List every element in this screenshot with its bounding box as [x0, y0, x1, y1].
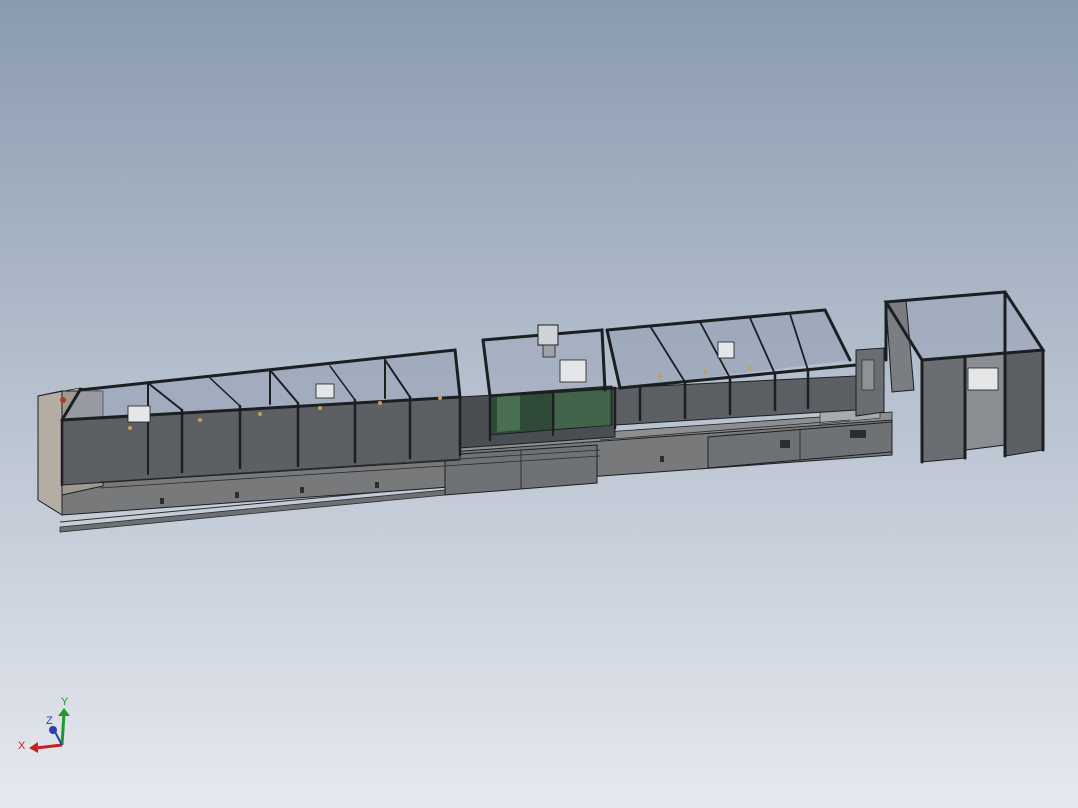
- z-axis-label: Z: [46, 715, 53, 727]
- y-axis-label: Y: [61, 696, 69, 708]
- z-axis-marker: [49, 726, 57, 734]
- y-axis-arrow: [60, 712, 66, 746]
- cad-graphics-viewport[interactable]: Y X Z: [0, 0, 1078, 808]
- x-axis-label: X: [18, 740, 26, 752]
- top-motor-unit: [537, 324, 559, 346]
- emergency-stop-icon: [60, 397, 66, 403]
- cad-scene: Y X Z: [0, 0, 1078, 808]
- transfer-mechanism: [855, 347, 885, 417]
